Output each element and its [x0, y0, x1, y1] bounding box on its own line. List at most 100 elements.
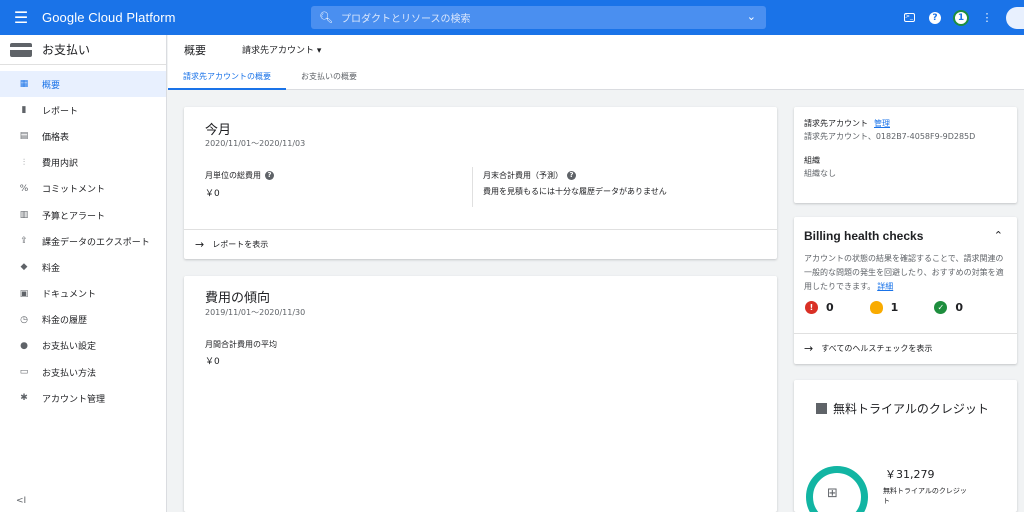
gear-icon: ✱: [20, 393, 28, 404]
sidebar-list: ▦ 概要 ▮ レポート ▤ 価格表 ⫶ 費用内訳 % コミットメント ▥ 予算とアラート ⇪…: [0, 65, 166, 411]
sidebar-item-pricing[interactable]: ◆ 料金: [0, 254, 166, 280]
cloud-shell-button[interactable]: >_: [896, 0, 922, 35]
health-description-text: アカウントの状態の結果を確認することで、請求関連の一般的な問題の発生を回避したり…: [804, 254, 1004, 291]
page-header: 概要 請求先アカウント ▾: [168, 35, 1024, 64]
view-all-health-checks-link[interactable]: → すべてのヘルスチェックを表示: [804, 342, 932, 355]
arrow-right-icon: →: [195, 238, 205, 251]
average-cost-value: ￥0: [205, 357, 220, 367]
sidebar-header: お支払い: [0, 35, 166, 65]
tab-payment-overview[interactable]: お支払いの概要: [286, 64, 372, 90]
menu-icon[interactable]: ☰: [0, 0, 42, 35]
document-icon: ▣: [19, 288, 29, 299]
sidebar-item-label: コミットメント: [42, 185, 106, 196]
forecast-note: 費用を見積もるには十分な履歴データがありません: [483, 187, 667, 196]
sidebar-item-payment-method[interactable]: ▭ お支払い方法: [0, 359, 166, 385]
sidebar-item-overview[interactable]: ▦ 概要: [0, 71, 166, 98]
terminal-icon: >_: [903, 13, 915, 22]
free-trial-title: 無料トライアルのクレジット: [816, 400, 1006, 418]
forecast-label: 月末合計費用（予測）?: [483, 170, 576, 181]
dashboard-icon: ▦: [19, 79, 29, 90]
credit-amount-label: 無料トライアルのクレジット: [883, 487, 967, 505]
ok-status[interactable]: ✓ 0: [934, 301, 963, 314]
sidebar-item-history[interactable]: ◷ 料金の履歴: [0, 307, 166, 333]
billing-account-label: 請求先アカウント 管理: [804, 118, 890, 129]
table-icon: ▤: [19, 131, 29, 142]
brand-title[interactable]: Google Cloud Platform: [42, 10, 176, 25]
gift-icon: [816, 403, 827, 414]
cake-icon: ⊞: [827, 486, 838, 501]
help-icon: ?: [929, 11, 941, 24]
check-icon: ✓: [934, 301, 948, 314]
chevron-down-icon[interactable]: ⌄: [747, 10, 756, 23]
this-month-title: 今月: [205, 123, 232, 138]
monthly-total-label: 月単位の総費用?: [205, 170, 274, 181]
lightbulb-icon: [869, 301, 883, 314]
health-description: アカウントの状態の結果を確認することで、請求関連の一般的な問題の発生を回避したり…: [804, 252, 1007, 294]
forecast-label-text: 月末合計費用（予測）: [483, 171, 563, 180]
account-selector-label: 請求先アカウント: [242, 46, 315, 56]
view-report-link-label: レポートを表示: [212, 240, 269, 249]
account-selector[interactable]: 請求先アカウント ▾: [242, 43, 321, 56]
free-trial-title-text: 無料トライアルのクレジット: [833, 402, 989, 416]
top-bar: ☰ Google Cloud Platform 🔍︎ プロダクトとリソースの検索…: [0, 0, 1024, 35]
this-month-range: 2020/11/01～2020/11/03: [205, 139, 306, 148]
detail-link[interactable]: 詳細: [877, 282, 893, 291]
error-icon: !: [805, 301, 818, 314]
more-options-icon[interactable]: ⋮: [974, 0, 1000, 35]
search-bar[interactable]: 🔍︎ プロダクトとリソースの検索 ⌄: [311, 6, 766, 29]
health-title: Billing health checks: [804, 229, 924, 243]
this-month-card: 今月 2020/11/01～2020/11/03 月単位の総費用? ￥0 月末合…: [184, 107, 777, 259]
card-divider: [184, 229, 777, 230]
sidebar-title: お支払い: [42, 43, 91, 57]
person-icon: ●: [20, 340, 28, 351]
dropdown-arrow-icon: ▾: [316, 46, 322, 56]
help-icon[interactable]: ?: [567, 171, 576, 180]
avatar[interactable]: [1006, 6, 1024, 29]
breakdown-icon: ⫶: [22, 157, 26, 168]
help-icon[interactable]: ?: [265, 171, 274, 180]
sidebar-item-label: ドキュメント: [42, 290, 97, 301]
sidebar-item-label: アカウント管理: [42, 394, 106, 405]
sidebar-item-commitments[interactable]: % コミットメント: [0, 176, 166, 202]
credit-amount: ￥31,279: [885, 468, 935, 481]
health-status-row: ! 0 1 ✓ 0: [805, 301, 963, 314]
sidebar-item-label: 料金の履歴: [42, 316, 88, 327]
billing-health-card: Billing health checks ⌃ アカウントの状態の結果を確認する…: [794, 217, 1017, 364]
sidebar-item-reports[interactable]: ▮ レポート: [0, 97, 166, 123]
view-report-link[interactable]: → レポートを表示: [195, 238, 268, 251]
top-icons: >_ ? 1 ⋮: [896, 0, 1024, 35]
notification-badge: 1: [953, 9, 969, 26]
ok-count: 0: [955, 301, 963, 314]
average-cost-label: 月間合計費用の平均: [205, 340, 277, 349]
search-input[interactable]: プロダクトとリソースの検索: [341, 10, 471, 25]
view-all-health-checks-label: すべてのヘルスチェックを表示: [821, 344, 933, 353]
column-divider: [472, 167, 473, 207]
sidebar-item-label: お支払い設定: [42, 342, 97, 353]
upload-icon: ⇪: [20, 236, 28, 247]
help-button[interactable]: ?: [922, 0, 948, 35]
sidebar-item-budgets[interactable]: ▥ 予算とアラート: [0, 202, 166, 228]
page-title: 概要: [184, 43, 206, 57]
sidebar-item-label: 予算とアラート: [42, 211, 106, 222]
bar-chart-icon: ▮: [21, 105, 27, 116]
billing-account-card: 請求先アカウント 管理 請求先アカウント、0182B7-4058F9-9D285D…: [794, 107, 1017, 203]
tab-billing-account-overview[interactable]: 請求先アカウントの概要: [168, 64, 286, 90]
percent-icon: %: [19, 183, 29, 194]
chevron-up-icon[interactable]: ⌃: [994, 229, 1003, 242]
sidebar-item-account-management[interactable]: ✱ アカウント管理: [0, 385, 166, 411]
sidebar-item-documents[interactable]: ▣ ドキュメント: [0, 281, 166, 307]
search-icon: 🔍︎: [319, 11, 333, 24]
sidebar-item-payment-settings[interactable]: ● お支払い設定: [0, 333, 166, 359]
sidebar-item-cost-breakdown[interactable]: ⫶ 費用内訳: [0, 150, 166, 176]
notifications-button[interactable]: 1: [948, 0, 974, 35]
warning-status[interactable]: 1: [869, 301, 898, 314]
error-count: 0: [826, 301, 834, 314]
sidebar-item-label: お支払い方法: [42, 368, 97, 379]
sidebar-item-pricing-table[interactable]: ▤ 価格表: [0, 123, 166, 149]
manage-link[interactable]: 管理: [874, 118, 890, 129]
error-status[interactable]: ! 0: [805, 301, 834, 314]
sidebar-item-export[interactable]: ⇪ 課金データのエクスポート: [0, 228, 166, 254]
organization-label: 組織: [804, 156, 820, 165]
monthly-total-value: ￥0: [205, 189, 220, 199]
collapse-sidebar-icon[interactable]: <I: [16, 496, 26, 506]
